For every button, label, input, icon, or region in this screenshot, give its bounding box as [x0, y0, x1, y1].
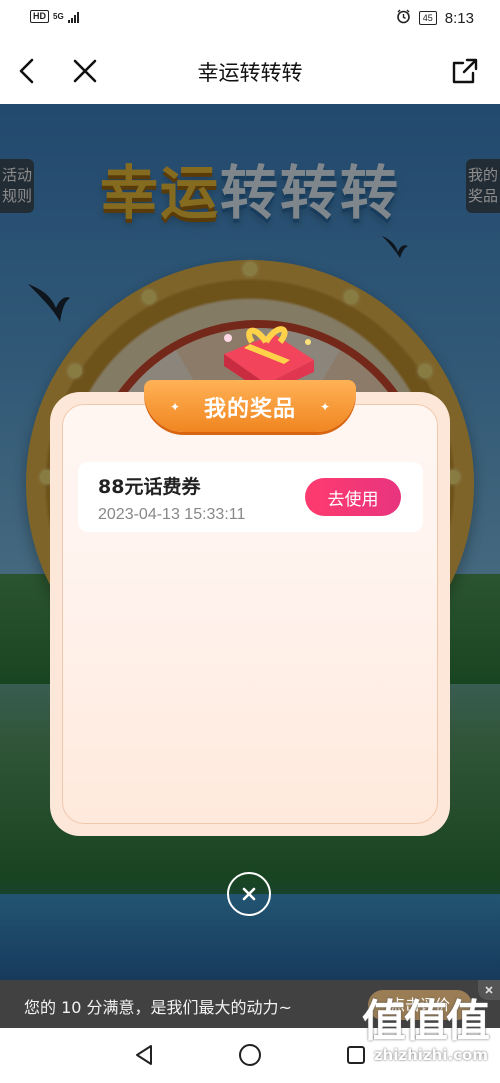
status-left: HD 5G [30, 10, 79, 23]
hd-badge: HD [30, 10, 49, 23]
nav-back-button[interactable] [131, 1042, 157, 1068]
prize-timestamp: 2023-04-13 15:33:11 [98, 506, 246, 523]
modal-header-ribbon: ✦ 我的奖品 ✦ [144, 380, 356, 432]
prize-modal [50, 392, 450, 836]
signal-icon [67, 11, 79, 23]
share-external-icon [452, 58, 478, 84]
close-modal-button[interactable] [227, 872, 271, 916]
prize-card: 88元话费券 2023-04-13 15:33:11 去使用 [78, 462, 423, 532]
circle-home-icon [239, 1044, 261, 1066]
use-prize-button[interactable]: 去使用 [305, 478, 401, 516]
feedback-text: 您的 10 分满意，是我们最大的动力~ [24, 998, 292, 1017]
alarm-icon [396, 9, 411, 27]
network-label: 5G [53, 11, 64, 21]
page-title: 幸运转转转 [197, 61, 303, 85]
watermark: 值值值 zhizhizhi.com [362, 996, 490, 1065]
triangle-back-icon [136, 1045, 152, 1065]
close-icon [242, 887, 256, 901]
share-button[interactable] [448, 54, 482, 88]
status-right: 45 8:13 [396, 9, 474, 27]
battery-icon: 45 [418, 11, 437, 25]
nav-home-button[interactable] [237, 1042, 263, 1068]
prize-name: 88元话费券 [98, 476, 201, 498]
sparkle-icon: ✦ [319, 400, 330, 414]
status-bar: HD 5G 45 8:13 [0, 0, 500, 38]
clock: 8:13 [444, 9, 474, 27]
close-icon [485, 986, 493, 994]
nav-bar: 幸运转转转 [0, 38, 500, 104]
watermark-site: zhizhizhi.com [373, 1046, 488, 1064]
watermark-logo: 值值值 [362, 996, 490, 1047]
